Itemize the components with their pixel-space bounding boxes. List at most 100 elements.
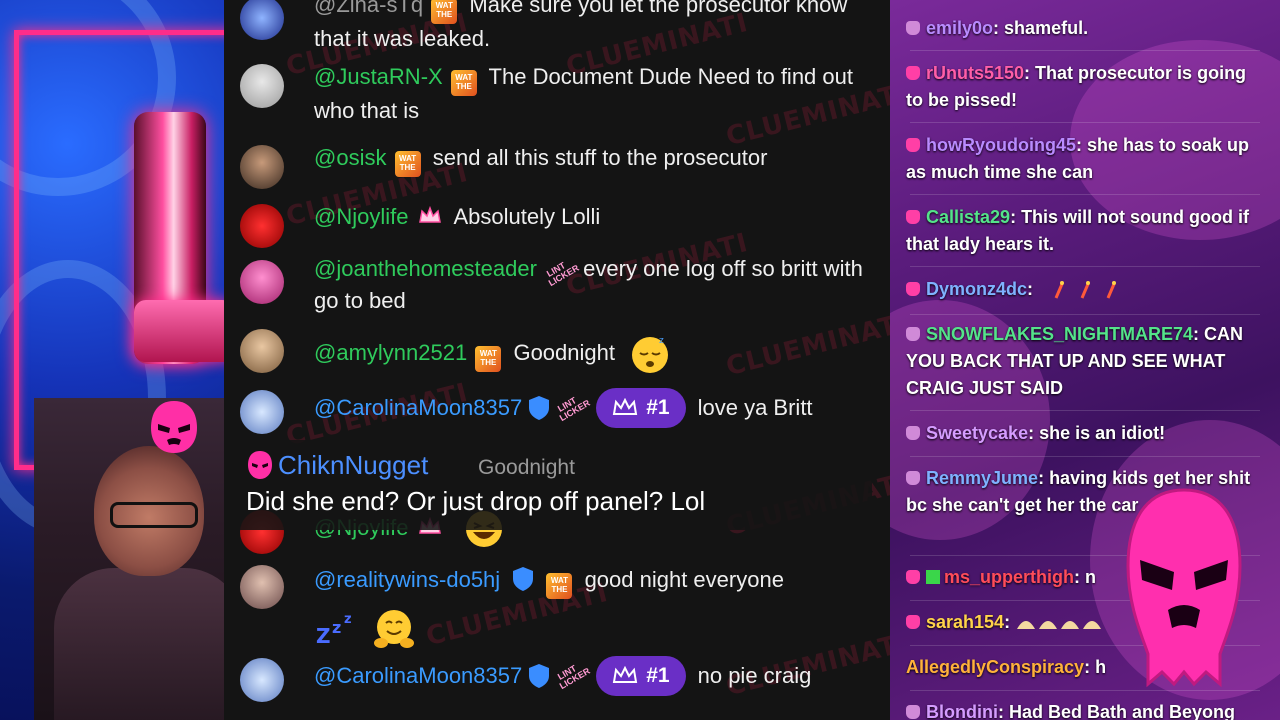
chat-message: @amylynn2521 WAT THE Goodnight z (240, 329, 870, 375)
chat-message-text: Absolutely Lolli (453, 204, 601, 229)
chat-message-text: send all this stuff to the prosecutor (432, 145, 768, 170)
user-badge-icon (906, 426, 920, 440)
ski-mask-mascot-icon (1126, 488, 1242, 688)
right-chat-username[interactable]: AllegedlyConspiracy (906, 657, 1084, 677)
right-chat-message: emily0o: shameful. (906, 15, 1266, 42)
right-chat-username[interactable]: RemmyJume (926, 468, 1038, 488)
divider (910, 50, 1260, 51)
lint-licker-badge: LINT LICKER (544, 260, 581, 289)
right-chat-username[interactable]: Dymonz4dc (926, 279, 1027, 299)
user-badge-icon (906, 21, 920, 35)
wat-the-badge: WAT THE (431, 0, 458, 24)
overlay-username[interactable]: ChiknNugget (278, 450, 428, 481)
user-avatar[interactable] (240, 0, 284, 40)
lint-licker-badge: LINT LICKER (556, 663, 593, 692)
user-badge-icon (906, 471, 920, 485)
right-chat-username[interactable]: howRyoudoing45 (926, 135, 1076, 155)
user-avatar[interactable] (240, 260, 284, 304)
gift-icon (926, 570, 940, 584)
right-chat-text: she is an idiot! (1039, 423, 1166, 443)
right-chat-username[interactable]: sarah154 (926, 612, 1004, 632)
lint-licker-badge: LINT LICKER (556, 395, 593, 424)
rank-pill: #1 (596, 656, 686, 696)
right-chat-message: howRyoudoing45: she has to soak up as mu… (906, 135, 1250, 182)
right-chat-text: h (1095, 657, 1107, 677)
user-avatar[interactable] (240, 390, 284, 434)
wat-the-badge: WAT THE (394, 151, 421, 177)
overlay-reply-preview: Goodnight (478, 456, 575, 479)
right-chat-message: Dymonz4dc: (906, 276, 1266, 303)
highlighted-chat-overlay: ChiknNugget Goodnight Did she end? Or ju… (236, 440, 872, 530)
right-chat-message: SNOWFLAKES_NIGHTMARE74: CAN YOU BACK THA… (906, 324, 1244, 398)
user-avatar[interactable] (240, 64, 284, 108)
divider (910, 194, 1260, 195)
divider (910, 410, 1260, 411)
right-chat-text: shameful. (1004, 18, 1089, 38)
chat-username[interactable]: @Njoylife (314, 204, 408, 229)
chat-username[interactable]: @realitywins-do5hj (314, 567, 500, 592)
user-badge-icon (906, 615, 920, 629)
right-chat-username[interactable]: rUnuts5150 (926, 63, 1024, 83)
chat-message: @CarolinaMoon8357 LINT LICKER #1 no pie … (240, 656, 870, 702)
svg-text:Z: Z (316, 624, 331, 647)
chat-username[interactable]: @joanthehomesteader (314, 256, 537, 281)
user-badge-icon (906, 210, 920, 224)
divider (910, 690, 1260, 691)
right-chat-message: Sweetycake: she is an idiot! (906, 420, 1266, 447)
right-chat-text: Had Bed Bath and Beyong (1008, 702, 1236, 720)
chat-panel: CLUEMINATI CLUEMINATI CLUEMINATI CLUEMIN… (224, 0, 890, 720)
stream-video (0, 0, 224, 720)
wat-the-badge: WAT THE (475, 345, 502, 372)
chat-message-text: no pie craig (697, 663, 812, 688)
hugging-face-emoji-icon (374, 610, 415, 648)
svg-text:z: z (659, 336, 664, 346)
user-avatar[interactable] (240, 329, 284, 373)
chat-message-text: love ya Britt (697, 395, 813, 420)
streamer-body (54, 568, 224, 720)
divider (910, 314, 1260, 315)
crown-icon (613, 398, 638, 415)
verified-shield-icon (529, 396, 550, 420)
user-badge-icon (906, 138, 920, 152)
sleepy-face-emoji-icon: z (632, 336, 669, 373)
chat-username[interactable]: @JustaRN-X (314, 64, 443, 89)
right-chat-username[interactable]: SNOWFLAKES_NIGHTMARE74 (926, 324, 1193, 344)
right-chat-username[interactable]: Callista29 (926, 207, 1010, 227)
chat-message: @JustaRN-X WAT THE The Document Dude Nee… (240, 62, 870, 126)
rank-number: #1 (646, 664, 670, 687)
pink-mask-icon (151, 401, 197, 453)
right-chat-username[interactable]: Blondini (926, 702, 998, 720)
right-chat-message: Callista29: This will not sound good if … (906, 207, 1250, 254)
crown-icon (613, 666, 638, 683)
neon-letter-l-foot (134, 300, 224, 362)
right-chat-message: Blondini: Had Bed Bath and Beyong (906, 699, 1266, 720)
chat-message: @osisk WAT THE send all this stuff to th… (240, 143, 870, 189)
pie-emotes-icon (1017, 621, 1102, 629)
wat-the-badge: WAT THE (546, 573, 573, 599)
right-chat-username[interactable]: ms_upperthigh (944, 567, 1074, 587)
chat-message-text: good night everyone (584, 567, 784, 592)
right-chat-username[interactable]: Sweetycake (926, 423, 1028, 443)
svg-text:z: z (332, 618, 341, 637)
right-chat-message: rUnuts5150: That prosecutor is going to … (906, 63, 1247, 110)
chat-username[interactable]: @osisk (314, 145, 386, 170)
user-avatar[interactable] (240, 658, 284, 702)
user-avatar[interactable] (240, 145, 284, 189)
chat-username[interactable]: @CarolinaMoon8357 (314, 393, 522, 423)
user-avatar[interactable] (240, 204, 284, 248)
wat-the-badge: WAT THE (450, 70, 477, 96)
user-badge-icon (906, 570, 920, 584)
right-chat-username[interactable]: emily0o (926, 18, 993, 38)
verified-shield-icon (513, 567, 534, 591)
user-badge-icon (906, 327, 920, 341)
streamer-glasses (110, 502, 198, 528)
chat-username[interactable]: @CarolinaMoon8357 (314, 661, 522, 691)
right-chat-text: n (1085, 567, 1097, 587)
chat-username[interactable]: @amylynn2521 (314, 340, 467, 365)
chat-message: @realitywins-do5hj WAT THE good night ev… (240, 565, 870, 651)
chat-message-text: Goodnight (513, 339, 615, 365)
svg-text:z: z (344, 612, 352, 627)
user-avatar[interactable] (240, 565, 284, 609)
divider (910, 122, 1260, 123)
chat-username[interactable]: @Zina-sTq (314, 0, 423, 17)
